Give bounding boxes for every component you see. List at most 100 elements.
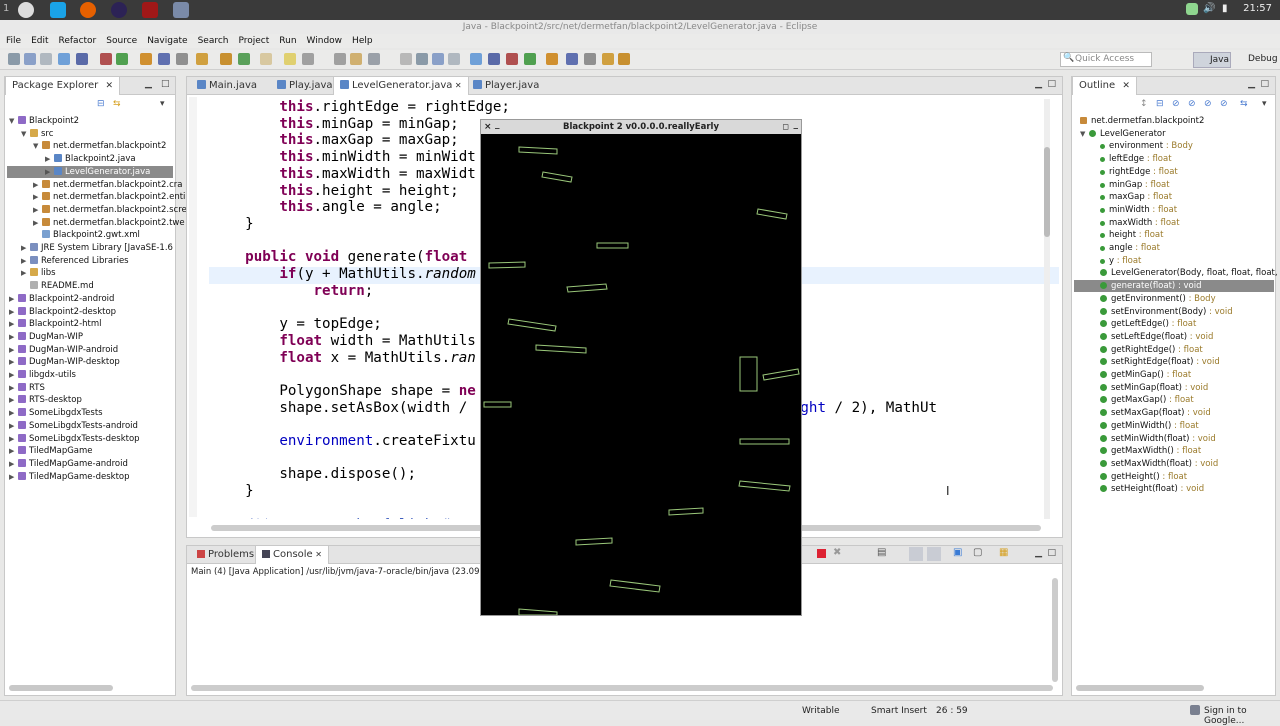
toolbar-tool-icon[interactable] [158, 53, 170, 65]
close-icon[interactable]: ✕ [105, 81, 113, 91]
close-icon[interactable]: ✕ [1122, 81, 1130, 91]
tree-item[interactable]: ▶ libs [21, 267, 56, 279]
menu-project[interactable]: Project [238, 34, 269, 48]
tree-item[interactable]: README.md [21, 280, 94, 292]
outline-item[interactable]: setRightEdge(float) : void [1100, 356, 1220, 368]
terminal-icon[interactable] [142, 2, 158, 18]
collapsed-arrow-icon[interactable]: ▶ [33, 191, 42, 203]
open-console-icon[interactable]: ▦ [999, 547, 1008, 558]
hide-local-types-icon[interactable]: ⊘ [1220, 99, 1228, 109]
outline-item[interactable]: minGap : float [1100, 179, 1170, 191]
tree-item[interactable]: ▼ Blackpoint2 [9, 115, 79, 127]
chrome-icon[interactable] [18, 2, 34, 18]
editor-tab[interactable]: Play.java [271, 77, 339, 95]
toolbar-tool-icon[interactable] [100, 53, 112, 65]
outline-item[interactable]: y : float [1100, 255, 1141, 267]
collapsed-arrow-icon[interactable]: ▶ [9, 382, 18, 394]
display-console-icon[interactable]: ▢ [973, 547, 982, 558]
menu-source[interactable]: Source [106, 34, 137, 48]
horizontal-scrollbar[interactable] [191, 685, 1053, 691]
outline-item[interactable]: setMaxGap(float) : void [1100, 407, 1211, 419]
collapsed-arrow-icon[interactable]: ▶ [9, 433, 18, 445]
window-close-icon[interactable]: × [484, 120, 492, 134]
window-maximize-icon[interactable]: ◻ [782, 120, 789, 134]
collapsed-arrow-icon[interactable]: ▶ [21, 255, 30, 267]
toolbar-tool-icon[interactable] [284, 53, 296, 65]
tree-item[interactable]: Blackpoint2.gwt.xml [33, 229, 140, 241]
hide-nonpublic-icon[interactable]: ⊘ [1204, 99, 1212, 109]
menu-navigate[interactable]: Navigate [147, 34, 187, 48]
tree-item[interactable]: ▶ TiledMapGame-desktop [9, 471, 130, 483]
clear-console-icon[interactable]: ▤ [877, 547, 886, 558]
toolbar-tool-icon[interactable] [176, 53, 188, 65]
collapsed-arrow-icon[interactable]: ▶ [9, 407, 18, 419]
console-tab[interactable]: Console ✕ [255, 546, 329, 564]
window-minimize-icon[interactable]: _ [495, 118, 500, 132]
outline-item[interactable]: rightEdge : float [1100, 166, 1178, 178]
google-signin-link[interactable]: Sign in to Google... [1204, 706, 1280, 726]
eclipse-icon[interactable] [111, 2, 127, 18]
menu-run[interactable]: Run [279, 34, 296, 48]
tree-item[interactable]: ▶ Referenced Libraries [21, 255, 129, 267]
outline-item[interactable]: getMinWidth() : float [1100, 420, 1199, 432]
editor-tab[interactable]: LevelGenerator.java ✕ [333, 77, 469, 95]
game-canvas[interactable] [481, 134, 801, 615]
outline-item[interactable]: generate(float) : void [1074, 280, 1274, 293]
toolbar-tool-icon[interactable] [350, 53, 362, 65]
tree-item[interactable]: ▶ net.dermetfan.blackpoint2.enti [33, 191, 185, 203]
minimize-icon[interactable]: ▁ [1035, 548, 1042, 558]
perspective-java-button[interactable]: Java [1193, 52, 1231, 68]
tree-item[interactable]: ▶ DugMan-WIP-android [9, 344, 118, 356]
outline-item[interactable]: getRightEdge() : float [1100, 344, 1203, 356]
outline-item[interactable]: getMinGap() : float [1100, 369, 1191, 381]
sort-icon[interactable]: ↕ [1140, 99, 1148, 109]
toolbar-tool-icon[interactable] [602, 53, 614, 65]
collapsed-arrow-icon[interactable]: ▶ [9, 318, 18, 330]
word-wrap-icon[interactable] [927, 547, 941, 561]
terminate-icon[interactable] [817, 549, 826, 558]
collapsed-arrow-icon[interactable]: ▶ [9, 356, 18, 368]
toolbar-tool-icon[interactable] [400, 53, 412, 65]
horizontal-scrollbar[interactable] [1076, 685, 1204, 691]
close-icon[interactable]: ✕ [313, 550, 322, 559]
toolbar-tool-icon[interactable] [40, 53, 52, 65]
tree-item[interactable]: ▶ net.dermetfan.blackpoint2.scre [33, 204, 187, 216]
outline-item[interactable]: minWidth : float [1100, 204, 1177, 216]
menu-edit[interactable]: Edit [31, 34, 48, 48]
tree-item[interactable]: ▶ libgdx-utils [9, 369, 76, 381]
tree-item[interactable]: ▶ net.dermetfan.blackpoint2.twe [33, 217, 185, 229]
vertical-scrollbar-thumb[interactable] [1044, 147, 1050, 237]
outline-item[interactable]: getMaxWidth() : float [1100, 445, 1201, 457]
tab-package-explorer[interactable]: Package Explorer ✕ [5, 77, 120, 95]
outline-item[interactable]: setHeight(float) : void [1100, 483, 1204, 495]
collapse-all-icon[interactable]: ⊟ [1156, 99, 1164, 109]
toolbar-tool-icon[interactable] [8, 53, 20, 65]
outline-item[interactable]: getEnvironment() : Body [1100, 293, 1216, 305]
game-window[interactable]: × _ Blackpoint 2 v0.0.0.0.reallyEarly ◻ … [480, 119, 802, 616]
collapsed-arrow-icon[interactable]: ▶ [9, 394, 18, 406]
toolbar-tool-icon[interactable] [488, 53, 500, 65]
link-editor-icon[interactable]: ⇆ [1240, 99, 1248, 109]
collapsed-arrow-icon[interactable]: ▶ [45, 153, 54, 165]
tree-item[interactable]: ▼ src [21, 128, 53, 140]
outline-item[interactable]: maxGap : float [1100, 191, 1172, 203]
outline-item[interactable]: environment : Body [1100, 140, 1193, 152]
menu-search[interactable]: Search [198, 34, 229, 48]
collapsed-arrow-icon[interactable]: ▶ [9, 369, 18, 381]
maximize-icon[interactable]: □ [1047, 79, 1056, 89]
outline-item[interactable]: net.dermetfan.blackpoint2 [1080, 115, 1204, 127]
expanded-arrow-icon[interactable]: ▼ [9, 115, 18, 127]
outline-item[interactable]: getLeftEdge() : float [1100, 318, 1196, 330]
tree-item[interactable]: ▶ DugMan-WIP-desktop [9, 356, 120, 368]
collapsed-arrow-icon[interactable]: ▶ [9, 331, 18, 343]
maximize-icon[interactable]: □ [161, 79, 170, 89]
vertical-scrollbar[interactable] [1052, 578, 1058, 682]
tree-item[interactable]: ▶ Blackpoint2.java [45, 153, 136, 165]
toolbar-tool-icon[interactable] [302, 53, 314, 65]
collapsed-arrow-icon[interactable]: ▶ [21, 267, 30, 279]
horizontal-scrollbar[interactable] [9, 685, 113, 691]
expanded-arrow-icon[interactable]: ▼ [33, 140, 42, 152]
menu-help[interactable]: Help [352, 34, 373, 48]
toolbar-tool-icon[interactable] [506, 53, 518, 65]
toolbar-tool-icon[interactable] [220, 53, 232, 65]
